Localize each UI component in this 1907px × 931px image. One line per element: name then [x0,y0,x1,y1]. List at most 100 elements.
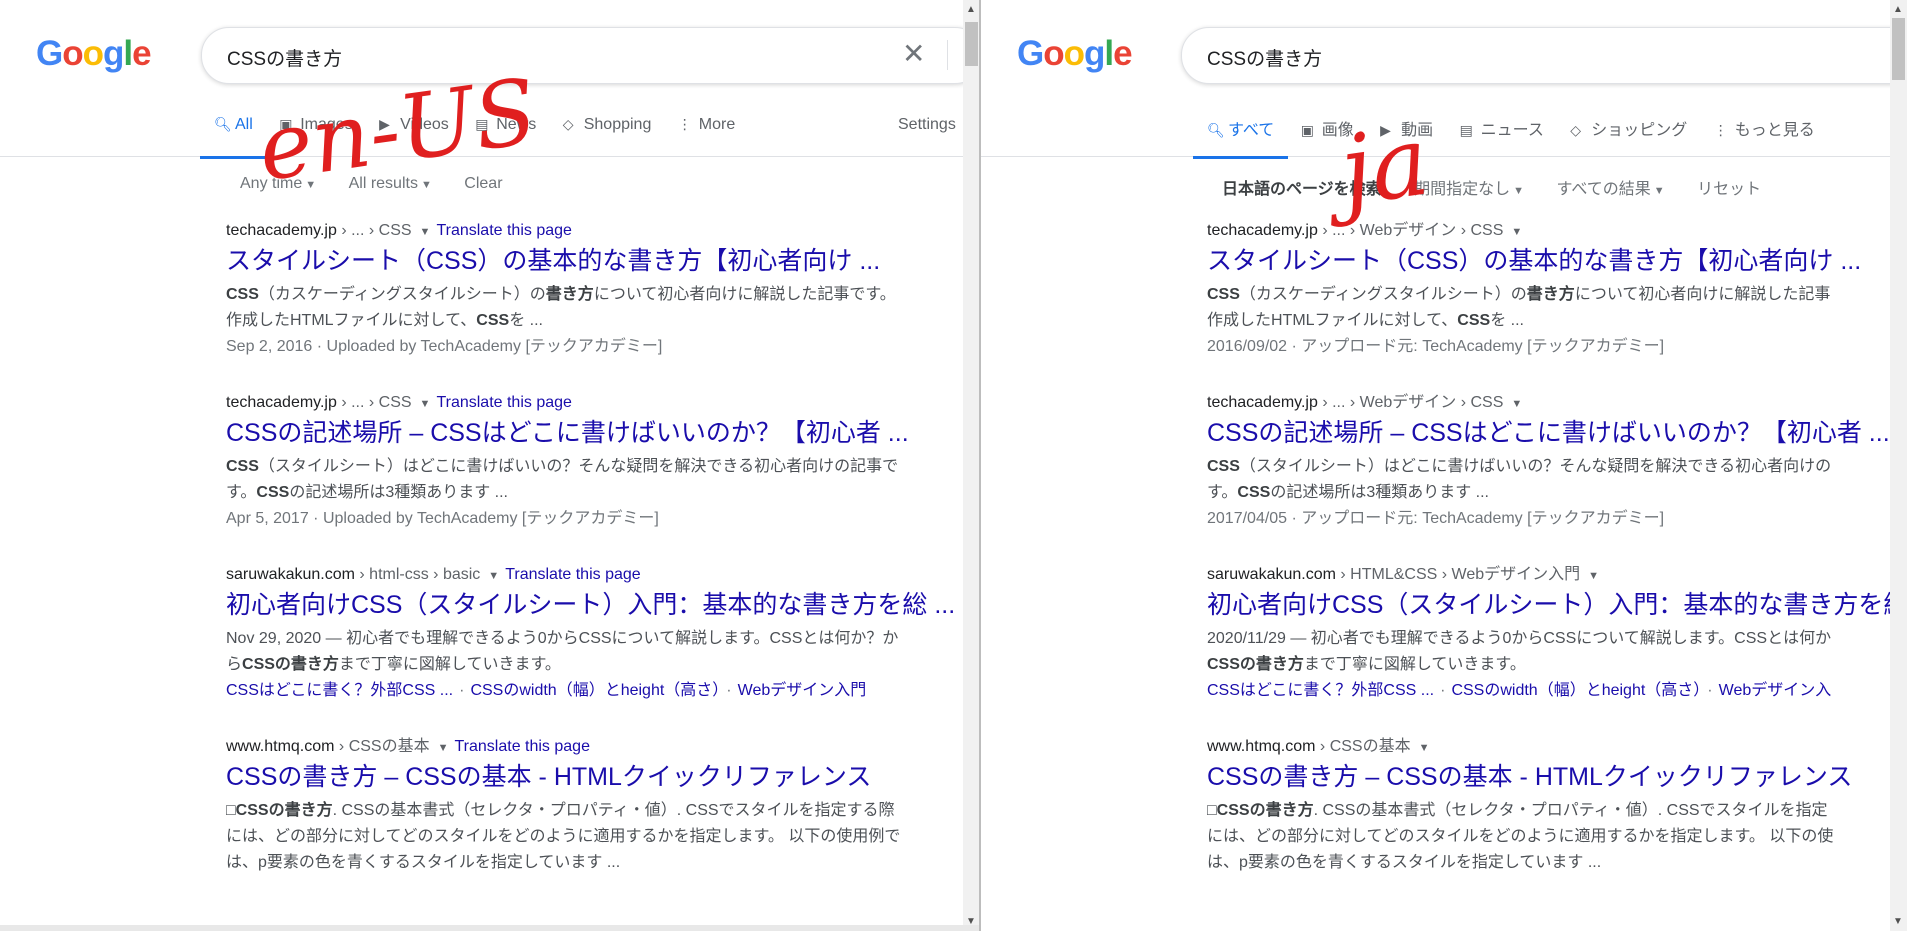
reset-filters[interactable]: リセット [1697,175,1761,199]
result-meta: 2017/04/05 · アップロード元: TechAcademy [テックアカ… [1207,510,1665,527]
search-icon: 🔍︎ [1207,122,1225,138]
result-menu-icon[interactable]: ▼ [1419,742,1430,754]
result-meta: Apr 5, 2017 · Uploaded by TechAcademy [テ… [226,510,659,527]
result-snippet: CSS（カスケーディングスタイルシート）の書き方について初心者向けに解説した記事… [226,286,896,329]
japanese-pages-filter[interactable]: 日本語のページを検索 [1222,175,1382,199]
time-filter[interactable]: 期間指定なし ▼ [1414,175,1524,199]
time-filter[interactable]: Any time ▼ [240,175,316,193]
search-header: Google CSSの書き方 🔍︎ すべて ▣ 画像 ▶ 動画 ▤ ニュース ◇ ショッピ… [981,0,1907,159]
result-menu-icon[interactable]: ▼ [488,570,499,582]
search-icon: 🔍︎ [214,116,232,132]
scroll-up-icon[interactable]: ▲ [1893,4,1903,15]
video-icon: ▶ [379,116,390,132]
search-input[interactable]: CSSの書き方 [1207,44,1322,71]
result-menu-icon[interactable]: ▼ [1511,398,1522,410]
search-result: saruwakakun.com › HTML&CSS › Webデザイン入門 ▼ … [1207,564,1907,704]
result-menu-icon[interactable]: ▼ [1511,226,1522,238]
search-box[interactable]: CSSの書き方 ✕ [201,27,980,84]
sitelink[interactable]: Webデザイン入 [1719,682,1832,699]
result-snippet: □CSSの書き方. CSSの基本書式（セレクタ・プロパティ・値）. CSSでスタ… [1207,802,1834,871]
search-results: techacademy.jp › ... › Webデザイン › CSS ▼ スタ… [1207,220,1907,908]
google-logo[interactable]: Google [1017,34,1133,74]
settings-link[interactable]: Settings [898,116,956,134]
horizontal-scrollbar[interactable] [0,925,980,931]
result-menu-icon[interactable]: ▼ [420,398,431,410]
result-title-link[interactable]: CSSの記述場所 – CSSはどこに書けばいいのか？【初心者 ... [1207,418,1907,448]
tab-news[interactable]: ▤ News [475,116,536,154]
sitelink[interactable]: CSSはどこに書く？外部CSS ... [1207,682,1434,699]
result-title-link[interactable]: スタイルシート（CSS）の基本的な書き方【初心者向け ... [1207,246,1907,276]
search-result: techacademy.jp › ... › Webデザイン › CSS ▼ スタ… [1207,220,1907,360]
result-url: saruwakakun.com › HTML&CSS › Webデザイン入門 ▼ [1207,566,1600,583]
result-snippet: CSS（スタイルシート）はどこに書けばいいの？そんな疑問を解決できる初心者向けの… [1207,458,1832,501]
ja-browser-pane: Google CSSの書き方 🔍︎ すべて ▣ 画像 ▶ 動画 ▤ ニュース ◇ ショッピ… [981,0,1907,931]
vertical-scrollbar[interactable]: ▲ ▼ [963,0,980,931]
result-title-link[interactable]: CSSの記述場所 – CSSはどこに書けばいいのか？【初心者 ... [226,418,980,448]
result-title-link[interactable]: 初心者向けCSS（スタイルシート）入門：基本的な書き方を総 [1207,590,1907,620]
en-us-browser-pane: Google CSSの書き方 ✕ 🔍︎ All ▣ Images ▶ Videos ▤… [0,0,980,931]
result-snippet: CSS（カスケーディングスタイルシート）の書き方について初心者向けに解説した記事… [1207,286,1831,329]
tab-more[interactable]: ⋮ もっと見る [1714,116,1815,154]
vertical-scrollbar[interactable]: ▲ ▼ [1890,0,1907,931]
result-snippet: □CSSの書き方. CSSの基本書式（セレクタ・プロパティ・値）. CSSでスタ… [226,802,901,871]
result-url: techacademy.jp › ... › CSS ▼ Translate thi… [226,222,572,239]
tab-shopping[interactable]: ◇ ショッピング [1570,116,1687,154]
clear-search-icon[interactable]: ✕ [902,37,925,70]
result-snippet: Nov 29, 2020 — 初心者でも理解できるよう0からCSSについて解説し… [226,630,899,673]
results-filter[interactable]: All results ▼ [349,175,432,193]
result-menu-icon[interactable]: ▼ [438,742,449,754]
result-title-link[interactable]: 初心者向けCSS（スタイルシート）入門：基本的な書き方を総 ... [226,590,980,620]
image-icon: ▣ [279,116,293,132]
result-snippet: CSS（スタイルシート）はどこに書けばいいの？そんな疑問を解決できる初心者向けの… [226,458,899,501]
result-sitelinks: CSSはどこに書く？外部CSS ... · CSSのwidth（幅）とheight（… [226,682,867,699]
translate-link[interactable]: Translate this page [505,566,640,583]
search-header: Google CSSの書き方 ✕ 🔍︎ All ▣ Images ▶ Videos ▤… [0,0,980,159]
scrollbar-thumb[interactable] [965,22,978,66]
search-tabs: 🔍︎ すべて ▣ 画像 ▶ 動画 ▤ ニュース ◇ ショッピング ⋮ もっと見る [1192,116,1837,159]
search-box[interactable]: CSSの書き方 [1181,27,1907,84]
result-menu-icon[interactable]: ▼ [1588,570,1599,582]
tab-news[interactable]: ▤ ニュース [1460,116,1544,154]
result-url: techacademy.jp › ... › Webデザイン › CSS ▼ [1207,394,1523,411]
image-icon: ▣ [1300,122,1314,138]
translate-link[interactable]: Translate this page [454,738,589,755]
result-title-link[interactable]: CSSの書き方 – CSSの基本 - HTMLクイックリファレンス [226,762,980,792]
tab-images[interactable]: ▣ Images [279,116,352,154]
translate-link[interactable]: Translate this page [436,394,571,411]
chevron-down-icon: ▼ [1653,185,1665,197]
search-input[interactable]: CSSの書き方 [227,44,342,71]
news-icon: ▤ [475,116,489,132]
sitelink[interactable]: CSSのwidth（幅）とheight（高さ） [470,682,720,699]
tab-videos[interactable]: ▶ 動画 [1380,116,1433,154]
sitelink[interactable]: Webデザイン入門 [738,682,867,699]
result-url: saruwakakun.com › html-css › basic ▼ Trans… [226,566,641,583]
tag-icon: ◇ [562,116,574,132]
chevron-down-icon: ▼ [420,179,432,191]
scrollbar-thumb[interactable] [1892,18,1905,80]
clear-filters[interactable]: Clear [464,175,502,193]
tab-more[interactable]: ⋮ More [678,116,735,154]
tab-images[interactable]: ▣ 画像 [1301,116,1354,154]
result-title-link[interactable]: スタイルシート（CSS）の基本的な書き方【初心者向け ... [226,246,980,276]
search-result: techacademy.jp › ... › Webデザイン › CSS ▼ CS… [1207,392,1907,532]
result-menu-icon[interactable]: ▼ [420,226,431,238]
result-meta: 2016/09/02 · アップロード元: TechAcademy [テックアカ… [1207,338,1665,355]
search-result: saruwakakun.com › html-css › basic ▼ Trans… [226,564,980,704]
more-icon: ⋮ [1713,122,1728,138]
search-result: techacademy.jp › ... › CSS ▼ Translate thi… [226,220,980,360]
tab-videos[interactable]: ▶ Videos [379,116,449,154]
google-logo[interactable]: Google [36,34,152,74]
result-title-link[interactable]: CSSの書き方 – CSSの基本 - HTMLクイックリファレンス [1207,762,1907,792]
tab-all[interactable]: 🔍︎ All [200,116,267,159]
result-url: techacademy.jp › ... › CSS ▼ Translate thi… [226,394,572,411]
tab-shopping[interactable]: ◇ Shopping [563,116,652,154]
sitelink[interactable]: CSSのwidth（幅）とheight（高さ） [1451,682,1701,699]
tab-all[interactable]: 🔍︎ すべて [1192,116,1289,159]
sitelink[interactable]: CSSはどこに書く？外部CSS ... [226,682,453,699]
results-filter[interactable]: すべての結果 ▼ [1557,175,1665,199]
scroll-up-icon[interactable]: ▲ [966,4,976,15]
translate-link[interactable]: Translate this page [436,222,571,239]
chevron-down-icon: ▼ [1513,185,1525,197]
news-icon: ▤ [1459,122,1473,138]
scroll-down-icon[interactable]: ▼ [1893,916,1903,927]
